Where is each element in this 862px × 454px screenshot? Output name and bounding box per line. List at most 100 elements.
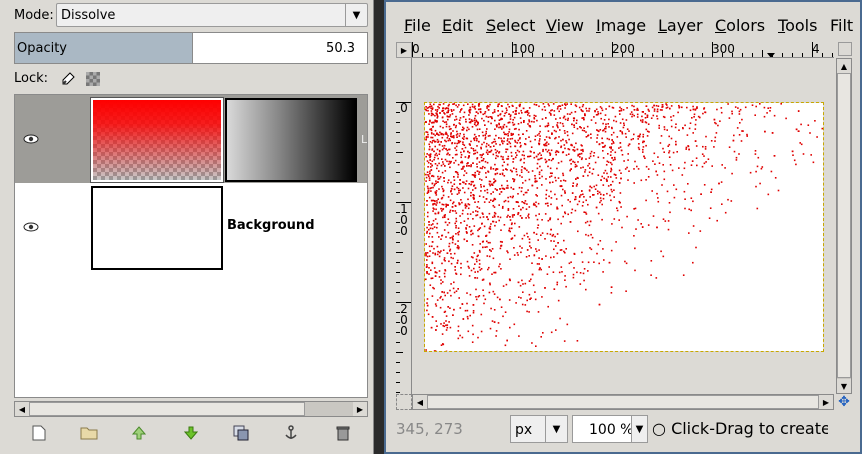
duplicate-layer-icon[interactable]	[230, 422, 252, 444]
layer-mask-thumbnail[interactable]	[225, 98, 357, 182]
ruler-tick	[396, 122, 400, 123]
scroll-right-icon[interactable]: ▶	[353, 402, 367, 416]
layer-thumbnail[interactable]	[90, 97, 224, 183]
ruler-tick	[512, 42, 513, 57]
mode-value: Dissolve	[61, 8, 116, 23]
layers-dock: Mode: Dissolve ▼ Opacity 50.3 Lock: L Ba…	[0, 0, 374, 454]
layer-list-scrollbar[interactable]: ◀ ▶	[14, 401, 368, 417]
menubar: File Edit Select View Image Layer Colors…	[386, 10, 860, 35]
mode-row: Mode: Dissolve ▼	[0, 0, 374, 30]
ruler-tick	[396, 292, 400, 293]
zoom-image-icon[interactable]	[838, 42, 852, 56]
ruler-tick	[422, 53, 423, 57]
ruler-tick	[782, 53, 783, 57]
horizontal-scrollbar[interactable]: ◀ ▶	[412, 394, 834, 410]
eye-icon[interactable]	[23, 133, 39, 145]
scroll-down-icon[interactable]: ▼	[837, 379, 851, 393]
ruler-tick	[396, 312, 400, 313]
ruler-tick	[772, 53, 773, 57]
canvas-area[interactable]	[413, 59, 835, 394]
lock-pixels-icon[interactable]	[60, 71, 76, 87]
ruler-tick	[682, 53, 683, 57]
unit-dropdown[interactable]: px ▼	[510, 415, 568, 443]
vertical-scrollbar[interactable]: ▲ ▼	[836, 58, 852, 394]
ruler-tick	[396, 262, 400, 263]
lock-row: Lock:	[14, 70, 214, 90]
ruler-tick	[602, 53, 603, 57]
ruler-tick	[396, 272, 400, 273]
ruler-tick	[412, 42, 413, 57]
layer-list: L Background	[14, 94, 368, 398]
menu-view[interactable]: View	[546, 16, 584, 35]
scroll-left-icon[interactable]: ◀	[413, 395, 427, 409]
menu-colors[interactable]: Colors	[715, 16, 765, 35]
ruler-tick	[396, 132, 400, 133]
image-menu-button[interactable]: ▶	[396, 42, 412, 58]
opacity-slider[interactable]: Opacity 50.3	[14, 32, 368, 64]
zoom-value[interactable]: 100 %	[589, 422, 633, 438]
ruler-tick	[732, 53, 733, 57]
ruler-tick	[612, 42, 613, 57]
layer-thumbnail-background[interactable]	[91, 186, 223, 270]
ruler-label: 200	[400, 302, 408, 338]
scroll-up-icon[interactable]: ▲	[837, 59, 851, 73]
menu-layer[interactable]: Layer	[658, 16, 703, 35]
scrollbar-thumb[interactable]	[29, 402, 305, 416]
chevron-down-icon[interactable]: ▼	[631, 416, 647, 442]
ruler-label: 0	[400, 101, 408, 115]
ruler-tick	[662, 50, 663, 57]
anchor-layer-icon[interactable]	[280, 422, 302, 444]
scroll-left-icon[interactable]: ◀	[15, 402, 29, 416]
menu-edit[interactable]: Edit	[442, 16, 473, 35]
ruler-tick	[396, 112, 400, 113]
lower-layer-icon[interactable]	[180, 422, 202, 444]
new-layer-icon[interactable]	[28, 422, 50, 444]
layer-group-icon[interactable]	[78, 422, 100, 444]
ruler-tick	[582, 53, 583, 57]
delete-layer-icon[interactable]	[332, 422, 354, 444]
ruler-tick	[742, 53, 743, 57]
lock-alpha-icon[interactable]	[86, 72, 100, 86]
raise-layer-icon[interactable]	[128, 422, 150, 444]
chevron-down-icon[interactable]: ▼	[545, 416, 567, 442]
navigate-icon[interactable]: ✥	[836, 394, 852, 410]
menu-file[interactable]: File	[404, 16, 431, 35]
ruler-tick	[722, 53, 723, 57]
chevron-down-icon[interactable]: ▼	[345, 4, 367, 26]
ruler-tick	[396, 202, 411, 203]
ruler-tick	[396, 162, 400, 163]
scrollbar-thumb[interactable]	[427, 395, 819, 409]
ruler-tick	[572, 53, 573, 57]
ruler-tick	[396, 172, 400, 173]
ruler-tick	[396, 392, 400, 393]
menu-select[interactable]: Select	[486, 16, 535, 35]
menu-tools[interactable]: Tools	[778, 16, 817, 35]
scrollbar-thumb[interactable]	[837, 73, 851, 378]
ruler-tick	[472, 53, 473, 57]
quick-mask-icon[interactable]	[396, 394, 412, 410]
ruler-tick	[762, 50, 763, 57]
mode-dropdown[interactable]: Dissolve ▼	[56, 3, 368, 27]
layer-row[interactable]: L	[15, 95, 367, 183]
scroll-right-icon[interactable]: ▶	[819, 395, 833, 409]
ruler-tick	[396, 362, 400, 363]
layer-name[interactable]: Background	[227, 218, 315, 233]
zoom-dropdown[interactable]: 100 % ▼	[572, 415, 648, 443]
unit-value: px	[515, 422, 533, 438]
ruler-tick	[832, 53, 833, 57]
menu-filters[interactable]: Filt	[830, 16, 853, 35]
ruler-label: 0	[412, 42, 420, 56]
horizontal-ruler[interactable]: 0 100 200 300 4	[412, 42, 834, 58]
ruler-tick	[396, 282, 400, 283]
ruler-tick	[396, 302, 411, 303]
ruler-tick	[652, 53, 653, 57]
eye-icon[interactable]	[23, 221, 39, 233]
ruler-tick	[396, 152, 403, 153]
image-canvas[interactable]	[424, 102, 824, 352]
ruler-tick	[442, 53, 443, 57]
menu-image[interactable]: Image	[596, 16, 646, 35]
vertical-ruler[interactable]: 0 100 200	[396, 58, 412, 394]
opacity-label: Opacity	[17, 41, 68, 56]
opacity-value[interactable]: 50.3	[326, 41, 355, 56]
layer-name-truncated: L	[361, 133, 368, 146]
